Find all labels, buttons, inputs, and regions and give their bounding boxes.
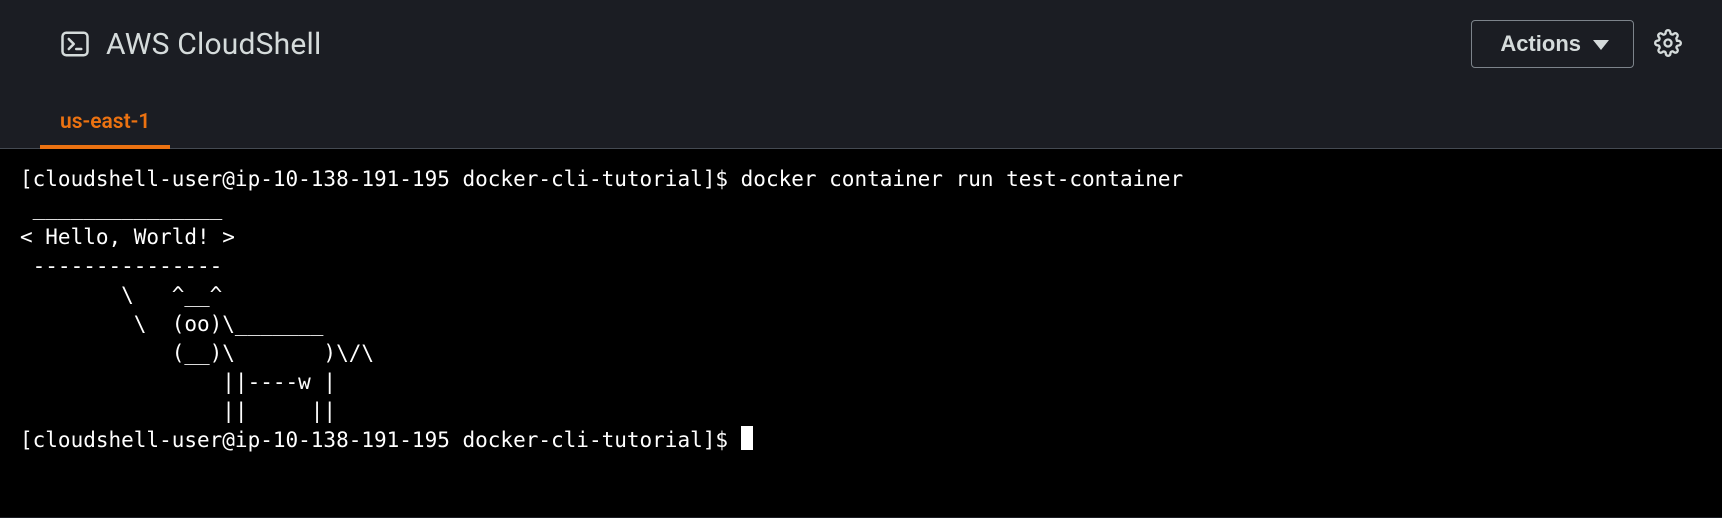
actions-button[interactable]: Actions bbox=[1471, 20, 1634, 68]
terminal-cursor bbox=[741, 426, 753, 450]
terminal-prompt: [cloudshell-user@ip-10-138-191-195 docke… bbox=[20, 167, 741, 191]
actions-group: Actions bbox=[1471, 20, 1682, 68]
tabs: us-east-1 bbox=[0, 100, 1722, 149]
terminal-prompt: [cloudshell-user@ip-10-138-191-195 docke… bbox=[20, 428, 741, 452]
tab-label: us-east-1 bbox=[60, 110, 150, 134]
terminal-output: _______________ < Hello, World! > ------… bbox=[20, 196, 374, 423]
header: AWS CloudShell Actions bbox=[0, 0, 1722, 76]
page-title: AWS CloudShell bbox=[106, 27, 321, 62]
actions-button-label: Actions bbox=[1500, 31, 1581, 57]
terminal[interactable]: [cloudshell-user@ip-10-138-191-195 docke… bbox=[0, 149, 1722, 517]
settings-button[interactable] bbox=[1654, 29, 1682, 60]
terminal-command: docker container run test-container bbox=[741, 167, 1184, 191]
tab-us-east-1[interactable]: us-east-1 bbox=[40, 100, 170, 148]
gear-icon bbox=[1654, 29, 1682, 60]
title-group: AWS CloudShell bbox=[60, 27, 321, 62]
cloudshell-terminal-icon bbox=[60, 29, 90, 59]
caret-down-icon bbox=[1593, 31, 1609, 57]
